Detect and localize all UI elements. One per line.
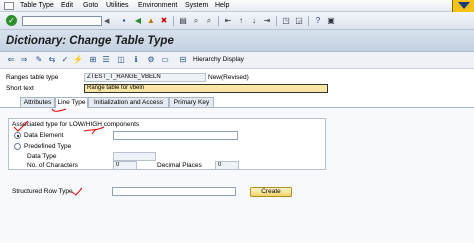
exit-icon[interactable]: ▲ — [146, 16, 156, 26]
predefined-type-radio[interactable] — [14, 143, 21, 150]
data-element-field[interactable] — [113, 131, 238, 140]
menu-goto[interactable]: Goto — [83, 2, 98, 9]
menu-table-type[interactable]: Table Type — [20, 2, 54, 9]
page-title: Dictionary: Change Table Type — [6, 35, 174, 47]
display-object-list-icon[interactable]: ☰ — [101, 55, 111, 65]
new-session-icon[interactable]: ◳ — [281, 16, 291, 26]
associated-type-group: Associated type for LOW/HIGH components … — [8, 118, 326, 170]
system-menu-icon[interactable] — [4, 2, 14, 10]
back-icon[interactable]: ◀ — [133, 16, 143, 26]
application-toolbar: ⇐ ⇒ ✎ ⇆ ✓ ⚡ ⊞ ☰ ◫ ℹ ⚙ ▭ ⊟ Hierarchy Disp… — [0, 52, 474, 69]
forward-arrow-icon[interactable]: ⇒ — [19, 55, 29, 65]
command-field[interactable] — [22, 16, 102, 26]
layout-icon[interactable]: ▣ — [326, 16, 336, 26]
navigation-window-icon[interactable]: ◫ — [116, 55, 126, 65]
decimal-places-field: 0 — [215, 161, 239, 170]
structured-row-type-field[interactable] — [112, 187, 236, 196]
find-icon[interactable]: ⌕ — [191, 16, 201, 26]
ranges-table-type-label: Ranges table type — [6, 74, 59, 81]
data-type-label: Data Type — [27, 153, 57, 160]
sap-logo — [452, 0, 474, 12]
info-icon[interactable]: ℹ — [131, 55, 141, 65]
tab-initialization-and-access[interactable]: Initialization and Access — [88, 97, 169, 107]
activate-icon[interactable]: ⚡ — [73, 55, 83, 65]
hierarchy-display-button[interactable]: Hierarchy Display — [193, 56, 244, 63]
toolbar-separator — [173, 16, 174, 26]
decimal-places-label: Decimal Places — [157, 162, 202, 169]
tab-line-type[interactable]: Line Type — [55, 97, 88, 108]
cancel-icon[interactable]: ✖ — [159, 16, 169, 26]
no-of-characters-label: No. of Characters — [27, 162, 78, 169]
other-object-icon[interactable]: ✎ — [34, 55, 44, 65]
save-icon[interactable]: ▪ — [119, 16, 129, 26]
documentation-icon[interactable]: ▭ — [160, 55, 170, 65]
first-page-icon[interactable]: ⇤ — [223, 16, 233, 26]
status-text: New(Revised) — [208, 74, 249, 81]
where-used-icon[interactable]: ⊞ — [88, 55, 98, 65]
tab-primary-key[interactable]: Primary Key — [169, 97, 214, 107]
short-text-field[interactable]: Range table for vbeln — [84, 84, 328, 93]
tab-attributes[interactable]: Attributes — [20, 97, 55, 107]
data-element-radio[interactable] — [14, 132, 21, 139]
ranges-table-type-field: ZTEST_T_RANGE_VBELN — [84, 73, 206, 82]
toolbar-separator — [308, 16, 309, 26]
command-field-dropdown-icon[interactable]: ◀ — [104, 17, 109, 25]
hierarchy-icon[interactable]: ⊟ — [178, 55, 188, 65]
no-of-characters-field: 0 — [113, 161, 137, 170]
short-text-label: Short text — [6, 85, 34, 92]
print-icon[interactable]: ▤ — [178, 16, 188, 26]
standard-toolbar: ✓ ◀ ▪ ◀ ▲ ✖ ▤ ⌕ ⌕ ⇤ ↑ ↓ ⇥ ◳ ◲ ? ▣ — [0, 12, 474, 30]
shortcut-icon[interactable]: ◲ — [294, 16, 304, 26]
line-type-panel: Associated type for LOW/HIGH components … — [0, 107, 474, 243]
help-icon[interactable]: ? — [313, 16, 323, 26]
predefined-type-label: Predefined Type — [24, 143, 72, 150]
menu-help[interactable]: Help — [215, 2, 229, 9]
prev-page-icon[interactable]: ↑ — [236, 16, 246, 26]
structured-row-type-label: Structured Row Type — [12, 188, 73, 195]
find-next-icon[interactable]: ⌕ — [204, 16, 214, 26]
menu-utilities[interactable]: Utilities — [106, 2, 129, 9]
data-element-label: Data Element — [24, 132, 64, 139]
menu-edit[interactable]: Edit — [61, 2, 73, 9]
next-page-icon[interactable]: ↓ — [249, 16, 259, 26]
menu-bar: Table Type Edit Goto Utilities Environme… — [0, 0, 474, 12]
create-button[interactable]: Create — [250, 187, 292, 197]
enter-icon[interactable]: ✓ — [6, 15, 17, 26]
data-type-field — [113, 152, 156, 161]
toolbar-separator — [218, 16, 219, 26]
menu-environment[interactable]: Environment — [138, 2, 177, 9]
last-page-icon[interactable]: ⇥ — [262, 16, 272, 26]
toolbar-separator — [276, 16, 277, 26]
check-icon[interactable]: ✓ — [60, 55, 70, 65]
technical-settings-icon[interactable]: ⚙ — [146, 55, 156, 65]
group-title: Associated type for LOW/HIGH components — [12, 121, 140, 128]
back-arrow-icon[interactable]: ⇐ — [6, 55, 16, 65]
title-bar: Dictionary: Change Table Type — [0, 30, 474, 52]
menu-system[interactable]: System — [185, 2, 208, 9]
main-content: Ranges table type ZTEST_T_RANGE_VBELN Ne… — [0, 69, 474, 243]
display-change-icon[interactable]: ⇆ — [47, 55, 57, 65]
